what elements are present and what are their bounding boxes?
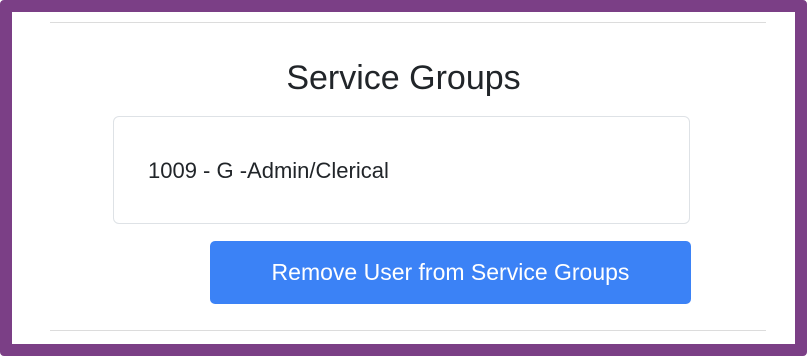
screenshot-frame: Service Groups 1009 - G -Admin/Clerical … — [0, 0, 807, 356]
list-item[interactable]: 1009 - G -Admin/Clerical — [148, 158, 389, 184]
service-groups-list: 1009 - G -Admin/Clerical — [113, 116, 690, 224]
top-divider — [50, 22, 766, 23]
section-title: Service Groups — [286, 59, 521, 97]
bottom-divider — [50, 330, 766, 331]
remove-user-from-service-groups-button[interactable]: Remove User from Service Groups — [210, 241, 691, 304]
